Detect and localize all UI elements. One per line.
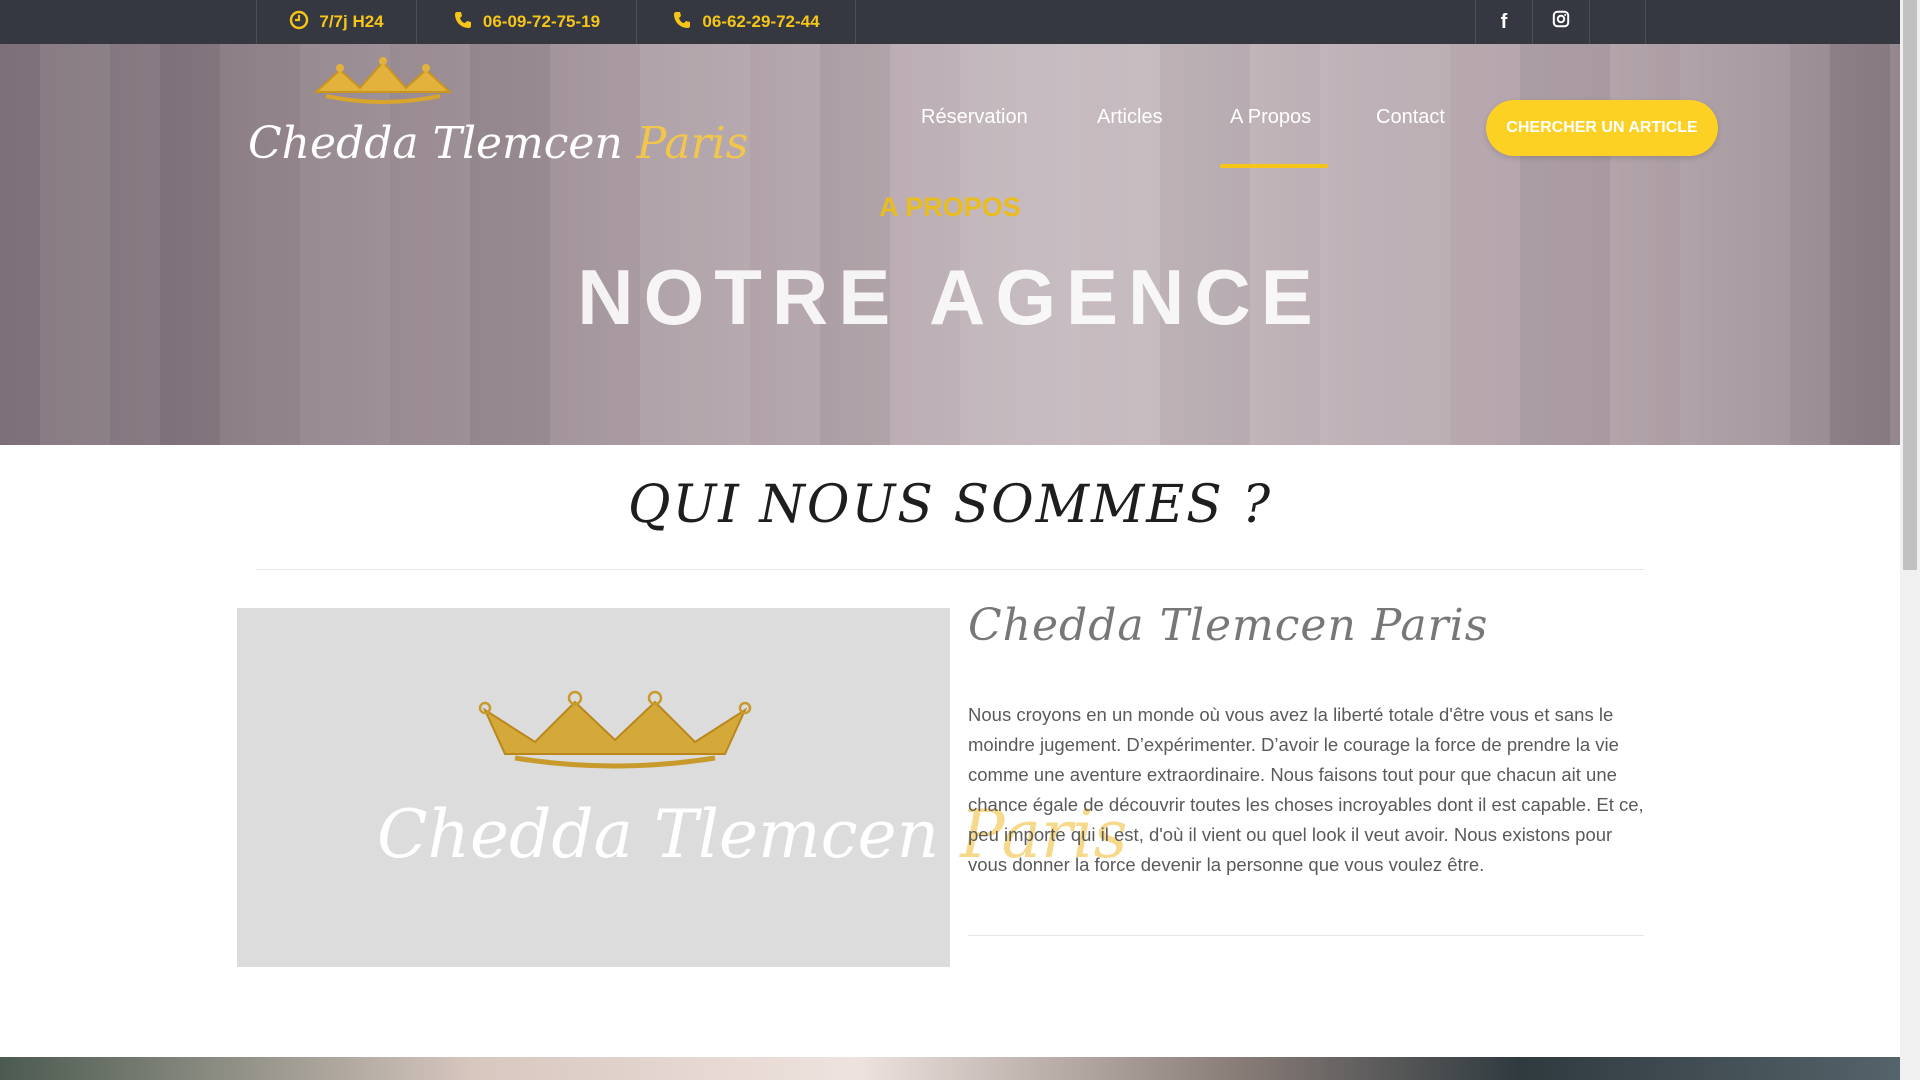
phone-2-text[interactable]: 06-62-29-72-44	[702, 12, 819, 32]
crown-icon	[313, 57, 453, 104]
hours-info: 7/7j H24	[256, 0, 416, 44]
nav-item-a-propos[interactable]: A Propos	[1230, 106, 1311, 129]
divider	[968, 935, 1644, 936]
logo-text-part1: Chedda	[248, 118, 433, 169]
logo-text: Chedda Tlemcen Paris	[248, 118, 748, 169]
crown-icon	[478, 690, 752, 769]
company-name: Chedda Tlemcen Paris	[968, 600, 1489, 651]
phone-icon	[672, 10, 692, 35]
instagram-link[interactable]	[1532, 0, 1589, 44]
clock-icon	[289, 10, 309, 35]
search-article-button[interactable]: CHERCHER UN ARTICLE	[1486, 100, 1718, 156]
phone-icon	[453, 10, 473, 35]
facebook-icon: f	[1500, 10, 1508, 33]
facebook-link[interactable]: f	[1475, 0, 1532, 44]
section-title: QUI NOUS SOMMES ?	[627, 475, 1273, 535]
hero-title: NOTRE AGENCE	[577, 253, 1323, 341]
phone-1[interactable]: 06-09-72-75-19	[416, 0, 636, 44]
nav-active-indicator	[1220, 164, 1328, 168]
logo-text-part2: Tlemcen	[432, 118, 637, 169]
phone-1-text[interactable]: 06-09-72-75-19	[483, 12, 600, 32]
nav-item-articles[interactable]: Articles	[1097, 106, 1163, 129]
image-logo-part1: Chedda	[377, 796, 654, 873]
scrollbar-thumb[interactable]	[1903, 0, 1917, 570]
image-logo-part2: Tlemcen	[653, 796, 961, 873]
top-bar: 7/7j H24 06-09-72-75-19 06-62-29-72-44 f	[0, 0, 1900, 44]
instagram-icon	[1552, 10, 1570, 34]
about-image: Chedda Tlemcen Paris	[237, 608, 1128, 967]
phone-2[interactable]: 06-62-29-72-44	[636, 0, 856, 44]
hero-eyebrow: A PROPOS	[879, 192, 1021, 222]
nav-item-contact[interactable]: Contact	[1376, 106, 1445, 129]
site-logo[interactable]: Chedda Tlemcen Paris	[248, 52, 748, 177]
nav-item-reservation[interactable]: Réservation	[921, 106, 1028, 129]
company-description: Nous croyons en un monde où vous avez la…	[968, 704, 1644, 875]
logo-text-part3: Paris	[636, 118, 749, 169]
divider	[256, 569, 1644, 570]
empty-social-slot[interactable]	[1589, 0, 1646, 44]
hours-text: 7/7j H24	[319, 12, 384, 31]
next-section-image	[0, 1057, 1900, 1080]
